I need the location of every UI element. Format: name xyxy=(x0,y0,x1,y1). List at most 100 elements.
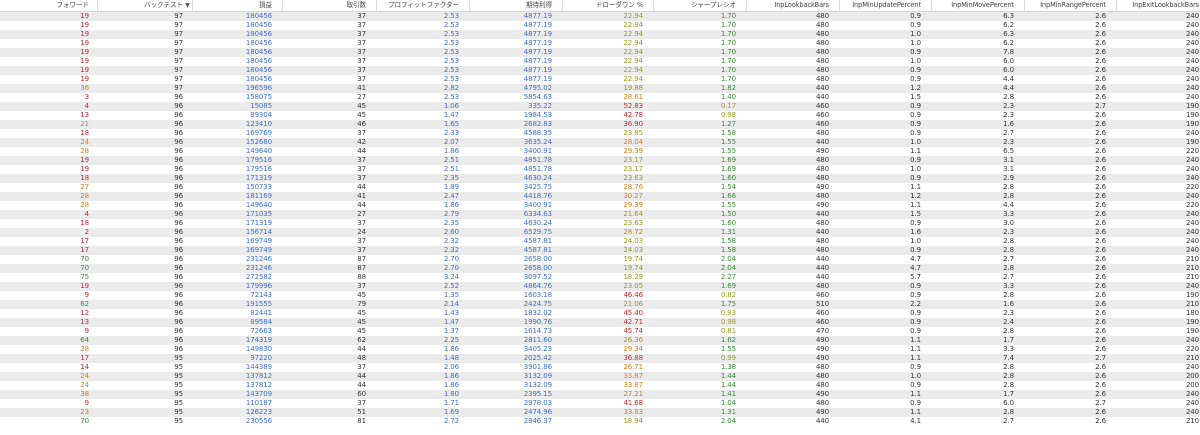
table-row[interactable]: 21 96 123410 46 1.65 2682.83 36.90 1.27 460 0.9 1.… xyxy=(0,120,1200,129)
cell-dd: 19.74 xyxy=(623,255,643,263)
table-row[interactable]: 28 96 149640 44 1.86 3400.91 29.39 1.55 490 1.1 4.… xyxy=(0,201,1200,210)
column-header-upd[interactable]: InpMinUpdatePercent xyxy=(839,0,921,11)
table-row[interactable]: 38 95 143709 60 1.80 2395.15 27.21 1.41 490 1.1 1.… xyxy=(0,390,1200,399)
cell-fwd: 64 xyxy=(80,336,89,344)
cell-pf: 1.69 xyxy=(443,408,459,416)
table-row[interactable]: 19 97 180456 37 2.53 4877.19 22.94 1.70 480 0.9 4.… xyxy=(0,75,1200,84)
cell-exp: 4877.19 xyxy=(523,39,552,47)
cell-upd: 0.9 xyxy=(910,48,921,56)
cell-pnl: 231246 xyxy=(245,255,272,263)
table-row[interactable]: 18 96 171319 37 2.35 4630.24 23.63 1.60 480 0.9 3.… xyxy=(0,219,1200,228)
table-row[interactable]: 13 96 89304 45 1.47 1984.53 42.78 0.98 460 0.9 2.3… xyxy=(0,111,1200,120)
table-row[interactable]: 23 95 126223 51 1.69 2474.96 33.83 1.31 490 1.1 2.… xyxy=(0,408,1200,417)
cell-sharpe: 1.62 xyxy=(720,336,736,344)
cell-sharpe: 0.17 xyxy=(720,102,736,110)
column-header-lookback[interactable]: InpLookbackBars xyxy=(746,0,829,11)
cell-upd: 0.9 xyxy=(910,291,921,299)
cell-pnl: 272582 xyxy=(245,273,272,281)
table-row[interactable]: 24 95 137812 44 1.86 3132.09 33.87 1.44 480 1.0 2.… xyxy=(0,372,1200,381)
sort-down-icon[interactable]: ▼ xyxy=(184,2,191,9)
cell-trades: 37 xyxy=(357,399,366,407)
table-row[interactable]: 18 96 169769 37 2.33 4588.35 23.85 1.58 480 0.9 2.… xyxy=(0,129,1200,138)
column-header-fwd[interactable]: フォワード xyxy=(0,0,89,11)
cell-exp: 2682.83 xyxy=(523,120,552,128)
column-header-pnl[interactable]: 損益 xyxy=(192,0,272,11)
cell-lookback: 480 xyxy=(815,12,829,20)
cell-move: 6.0 xyxy=(1003,399,1014,407)
cell-lookback: 480 xyxy=(815,156,829,164)
cell-lookback: 470 xyxy=(815,327,829,335)
cell-bt: 97 xyxy=(174,75,183,83)
table-row[interactable]: 70 96 231246 87 2.70 2658.00 19.74 2.04 440 4.7 2.… xyxy=(0,255,1200,264)
table-row[interactable]: 9 96 72143 45 1.35 1603.18 46.46 0.82 460 0.9 2.8 2… xyxy=(0,291,1200,300)
column-header-dd[interactable]: ドローダウン % xyxy=(562,0,643,11)
table-row[interactable]: 19 97 180456 37 2.53 4877.19 22.94 1.70 480 1.0 6.… xyxy=(0,39,1200,48)
cell-dd: 42.71 xyxy=(623,318,643,326)
table-row[interactable]: 70 96 231246 87 2.70 2658.00 19.74 2.04 440 4.7 2.… xyxy=(0,264,1200,273)
table-row[interactable]: 9 95 110187 37 1.71 2978.03 41.68 1.04 480 0.9 6.0… xyxy=(0,399,1200,408)
table-row[interactable]: 17 95 97220 48 1.48 2025.42 36.88 0.99 490 1.1 7.4… xyxy=(0,354,1200,363)
table-row[interactable]: 17 96 169749 37 2.32 4587.81 24.03 1.58 480 0.9 2.… xyxy=(0,246,1200,255)
table-row[interactable]: 62 96 191555 79 2.14 2424.75 21.06 1.75 510 2.2 1.… xyxy=(0,300,1200,309)
column-header-sharpe[interactable]: シャープレシオ xyxy=(653,0,736,11)
table-row[interactable]: 28 96 149830 44 1.86 3405.23 29.34 1.55 490 1.1 3.… xyxy=(0,345,1200,354)
table-row[interactable]: 17 96 169749 37 2.32 4587.81 24.03 1.58 480 1.0 2.… xyxy=(0,237,1200,246)
column-header-move[interactable]: InpMinMovePercent xyxy=(931,0,1014,11)
table-row[interactable]: 19 97 180456 37 2.53 4877.19 22.94 1.70 480 1.0 6.… xyxy=(0,30,1200,39)
cell-pnl: 144389 xyxy=(245,363,272,371)
table-row[interactable]: 70 95 230556 81 2.72 2846.37 18.94 2.04 440 4.1 2.… xyxy=(0,417,1200,426)
cell-lookback: 440 xyxy=(815,417,829,425)
table-row[interactable]: 12 96 82441 45 1.43 1832.02 45.40 0.93 460 0.9 2.3… xyxy=(0,309,1200,318)
table-row[interactable]: 19 96 179996 37 2.52 4864.76 23.05 1.69 480 0.9 3.… xyxy=(0,282,1200,291)
table-row[interactable]: 24 95 137812 44 1.86 3132.09 33.87 1.44 480 0.9 2.… xyxy=(0,381,1200,390)
table-row[interactable]: 19 97 180456 37 2.53 4877.19 22.94 1.70 480 0.9 6.… xyxy=(0,12,1200,21)
cell-lookback: 460 xyxy=(815,102,829,110)
table-row[interactable]: 18 96 171319 37 2.35 4630.24 23.63 1.60 480 0.9 2.… xyxy=(0,174,1200,183)
table-row[interactable]: 19 97 180456 37 2.53 4877.19 22.94 1.70 480 0.9 7.… xyxy=(0,48,1200,57)
cell-upd: 1.5 xyxy=(910,93,921,101)
column-header-pf[interactable]: プロフィットファクター xyxy=(376,0,459,11)
cell-range: 2.6 xyxy=(1095,246,1106,254)
cell-move: 2.8 xyxy=(1003,363,1014,371)
table-row[interactable]: 24 96 152680 42 2.07 3635.24 28.04 1.55 440 1.0 2.… xyxy=(0,138,1200,147)
table-row[interactable]: 19 96 179516 37 2.51 4851.78 23.17 1.69 480 0.9 3.… xyxy=(0,156,1200,165)
table-row[interactable]: 64 96 174319 62 2.25 2811.60 26.36 1.62 490 1.1 1.… xyxy=(0,336,1200,345)
table-row[interactable]: 28 96 149640 44 1.86 3400.91 29.39 1.55 490 1.1 6.… xyxy=(0,147,1200,156)
table-row[interactable]: 75 96 272582 88 3.24 3097.52 18.29 2.27 440 5.7 2.… xyxy=(0,273,1200,282)
column-header-range[interactable]: InpMinRangePercent xyxy=(1024,0,1106,11)
table-row[interactable]: 28 96 181169 41 2.47 4418.76 30.27 1.66 480 1.2 2.… xyxy=(0,192,1200,201)
cell-dd: 18.94 xyxy=(623,417,643,425)
table-row[interactable]: 2 96 156714 24 2.60 6529.75 28.72 1.31 440 1.6 2.3… xyxy=(0,228,1200,237)
table-row[interactable]: 19 96 179516 37 2.51 4851.78 23.17 1.69 480 1.0 3.… xyxy=(0,165,1200,174)
cell-upd: 1.0 xyxy=(910,372,921,380)
column-header-trades[interactable]: 取引数 xyxy=(282,0,366,11)
table-row[interactable]: 9 96 72663 45 1.37 1614.73 45.74 0.81 470 0.9 2.8 2… xyxy=(0,327,1200,336)
table-row[interactable]: 19 97 180456 37 2.53 4877.19 22.94 1.70 480 0.9 6.… xyxy=(0,21,1200,30)
column-header-exp[interactable]: 期待利得 xyxy=(469,0,552,11)
cell-pnl: 152680 xyxy=(245,138,272,146)
cell-exit: 240 xyxy=(1185,75,1199,83)
cell-upd: 0.9 xyxy=(910,318,921,326)
table-row[interactable]: 13 96 89584 45 1.47 1990.76 42.71 0.98 460 0.9 2.4… xyxy=(0,318,1200,327)
table-row[interactable]: 4 96 15085 45 1.06 335.22 52.83 0.17 460 0.9 2.3 2.… xyxy=(0,102,1200,111)
cell-pnl: 196596 xyxy=(245,84,272,92)
table-row[interactable]: 19 97 180456 37 2.53 4877.19 22.94 1.70 480 1.0 6.… xyxy=(0,57,1200,66)
table-row[interactable]: 14 95 144389 37 2.06 3901.86 26.71 1.38 480 0.9 2.… xyxy=(0,363,1200,372)
column-header-exit[interactable]: InpExitLookbackBars xyxy=(1116,0,1199,11)
cell-fwd: 19 xyxy=(80,75,89,83)
table-row[interactable]: 3 96 158075 27 2.53 5854.63 28.61 1.40 440 1.5 2.8… xyxy=(0,93,1200,102)
cell-trades: 42 xyxy=(357,138,366,146)
table-row[interactable]: 27 96 150733 44 1.89 3425.75 28.76 1.54 490 1.1 2.… xyxy=(0,183,1200,192)
cell-trades: 62 xyxy=(357,336,366,344)
cell-bt: 95 xyxy=(174,390,183,398)
cell-bt: 95 xyxy=(174,381,183,389)
table-row[interactable]: 36 97 196596 41 2.82 4795.02 19.88 1.82 440 1.2 4.… xyxy=(0,84,1200,93)
table-row[interactable]: 19 97 180456 37 2.53 4877.19 22.94 1.70 480 0.9 6.… xyxy=(0,66,1200,75)
cell-pf: 2.60 xyxy=(443,228,459,236)
cell-range: 2.6 xyxy=(1095,336,1106,344)
column-header-bt[interactable]: バックテスト xyxy=(97,0,183,11)
cell-exit: 240 xyxy=(1185,282,1199,290)
cell-bt: 96 xyxy=(174,201,183,209)
table-row[interactable]: 4 96 171035 27 2.79 6334.63 21.64 1.50 440 1.5 3.3… xyxy=(0,210,1200,219)
cell-dd: 29.39 xyxy=(623,201,643,209)
